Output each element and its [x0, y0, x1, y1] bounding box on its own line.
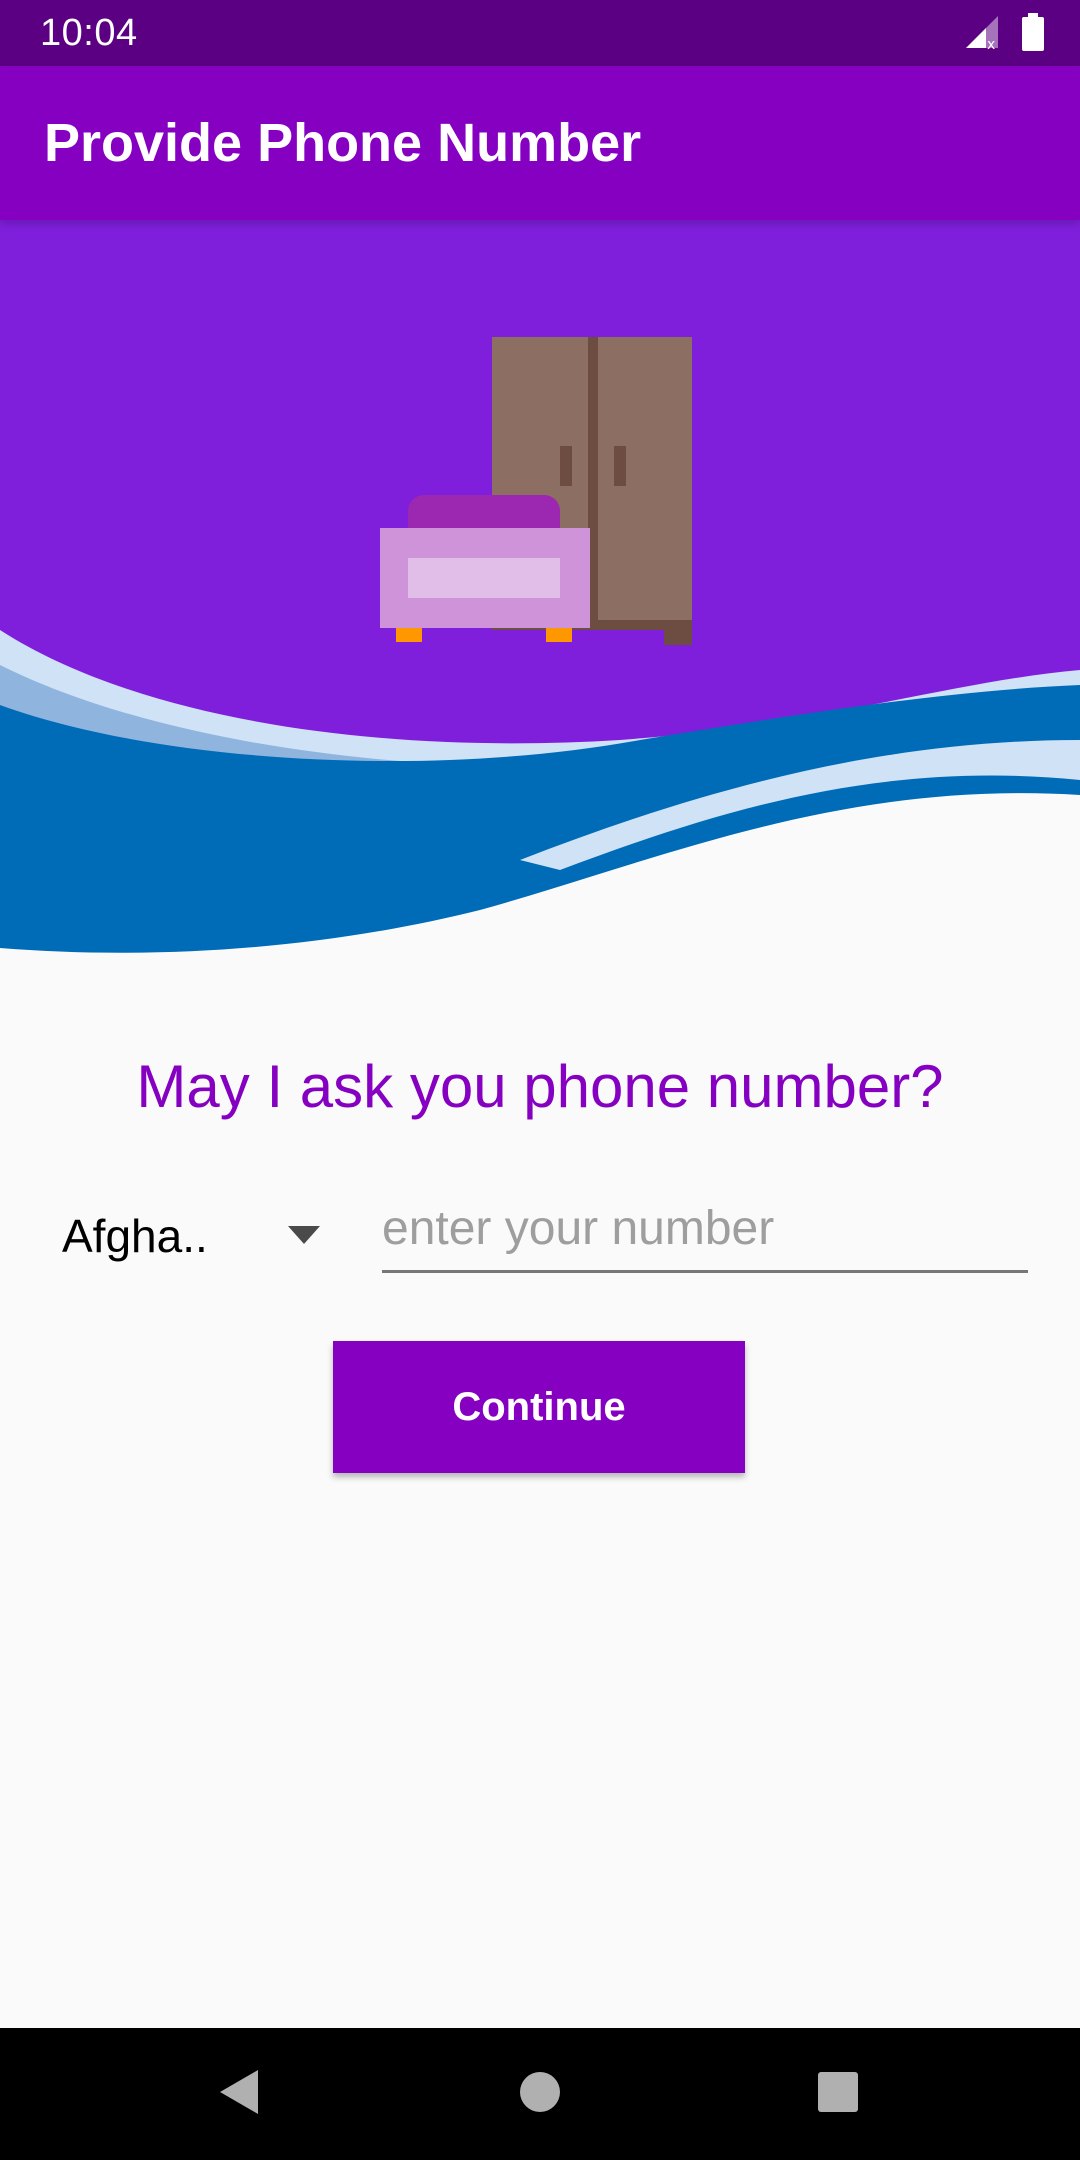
header-illustration — [0, 220, 1080, 980]
home-icon — [519, 2071, 561, 2118]
svg-text:x: x — [987, 37, 995, 50]
nav-home-button[interactable] — [450, 2028, 630, 2160]
dropdown-arrow-icon — [288, 1226, 320, 1244]
nav-back-button[interactable] — [150, 2028, 330, 2160]
status-bar: 10:04 x — [0, 0, 1080, 66]
navigation-bar — [0, 2028, 1080, 2160]
recents-icon — [817, 2071, 859, 2118]
phone-number-field — [382, 1190, 1028, 1273]
app-bar: Provide Phone Number — [0, 66, 1080, 220]
status-icons: x — [964, 12, 1044, 56]
country-spinner[interactable]: Afgha.. — [62, 1196, 342, 1276]
phone-number-input[interactable] — [382, 1190, 1028, 1266]
phone-number-screen: 10:04 x Provide Phone Number May I ask y… — [0, 0, 1080, 2160]
app-title: Provide Phone Number — [44, 113, 642, 173]
nav-recents-button[interactable] — [748, 2028, 928, 2160]
armchair-icon — [380, 495, 590, 642]
country-selected-label: Afgha.. — [62, 1210, 208, 1262]
battery-icon — [1022, 12, 1044, 56]
back-icon — [218, 2068, 262, 2121]
question-text: May I ask you phone number? — [136, 1053, 944, 1120]
continue-button[interactable]: Continue — [333, 1341, 745, 1473]
status-time: 10:04 — [40, 12, 138, 54]
signal-no-data-icon: x — [964, 14, 1000, 55]
